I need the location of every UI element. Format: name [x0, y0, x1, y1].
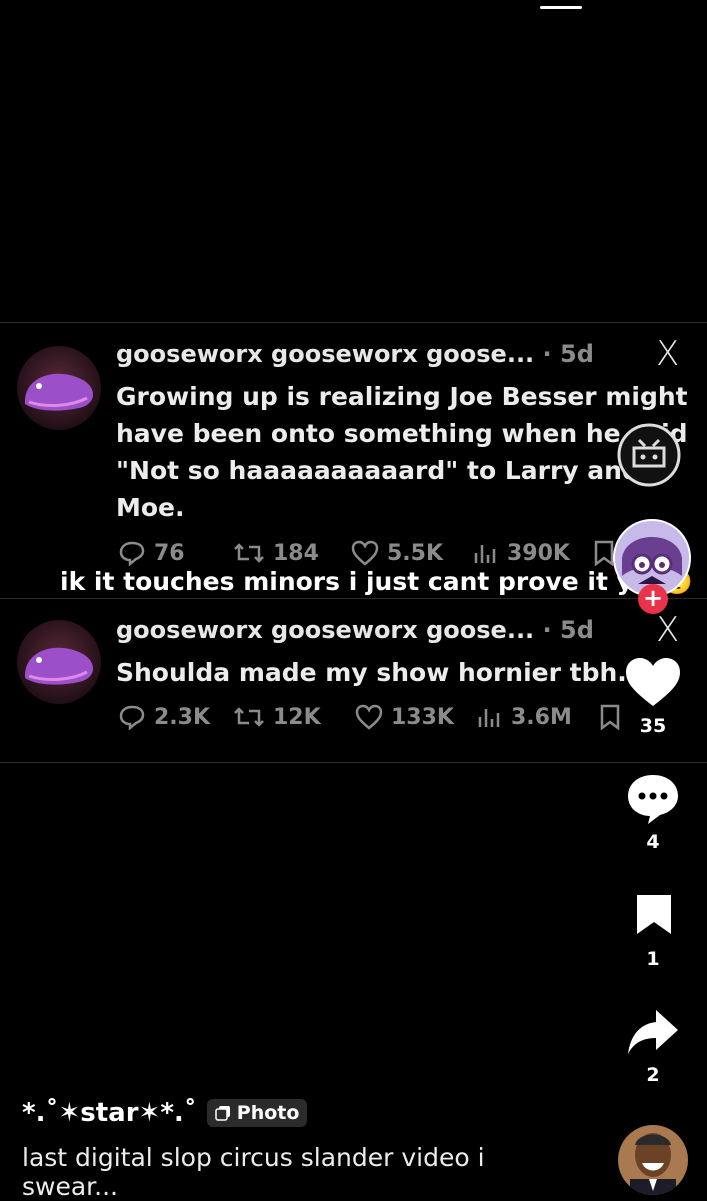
tweet-separator: · [542, 616, 552, 644]
comments-count: 4 [646, 831, 660, 853]
photo-icon [215, 1106, 230, 1121]
photo-badge: Photo [206, 1099, 308, 1127]
views-stat[interactable]: 3.6M [477, 705, 599, 730]
views-icon [478, 709, 500, 727]
post-description-line: swear... [22, 1172, 118, 1201]
bookmark-button[interactable] [634, 892, 674, 940]
divider-middle [0, 598, 707, 599]
captions-icon [617, 423, 681, 487]
reply-stat[interactable]: 2.3K [118, 704, 233, 730]
tweet-text-line: Growing up is realizing Joe Besser might [116, 382, 688, 411]
photo-badge-label: Photo [236, 1102, 300, 1124]
views-count: 3.6M [511, 704, 572, 730]
shares-count: 2 [646, 1064, 660, 1086]
bookmarks-count: 1 [646, 948, 660, 970]
retweet-stat[interactable]: 184 [233, 541, 351, 566]
follow-plus-button[interactable]: + [638, 584, 668, 614]
reply-count: 2.3K [154, 704, 211, 730]
tweet-avatar [17, 620, 101, 704]
tweet-text: Shoulda made my show hornier tbh. [116, 654, 636, 691]
reply-icon [119, 705, 145, 730]
likes-count: 35 [639, 715, 667, 737]
tweet-author[interactable]: gooseworx gooseworx goose... [116, 616, 534, 644]
tweet-text-line: Moe. [116, 493, 185, 522]
heart-icon [351, 540, 379, 566]
retweet-icon [234, 707, 264, 727]
tweet-avatar [17, 346, 101, 430]
views-stat[interactable]: 390K [473, 541, 593, 566]
retweet-icon [234, 543, 264, 563]
divider-top [0, 322, 707, 323]
share-button[interactable] [626, 1008, 680, 1060]
like-count: 133K [391, 704, 454, 730]
x-logo-icon[interactable]: X [656, 610, 679, 650]
tweet-header: gooseworx gooseworx goose... · 5d [116, 616, 594, 644]
tweet-text-line: "Not so haaaaaaaaaard" to Larry and [116, 456, 640, 485]
views-count: 390K [507, 540, 570, 566]
retweet-count: 184 [273, 540, 319, 566]
caption-toggle-button[interactable] [612, 418, 686, 496]
tweet-time: 5d [560, 616, 594, 644]
overlay-caption-text: ik it touches minors i just cant prove i… [60, 567, 662, 596]
reply-icon [119, 541, 145, 566]
x-logo-icon[interactable]: X [656, 334, 679, 374]
tweet-stats: 2.3K 12K 133K 3.6M [118, 704, 621, 730]
heart-icon [355, 704, 383, 730]
tweet-author[interactable]: gooseworx gooseworx goose... [116, 340, 534, 368]
like-button[interactable] [624, 656, 682, 712]
share-arrow-icon [628, 1010, 678, 1054]
tweet-stats: 76 184 5.5K 390K [118, 540, 615, 566]
heart-icon [626, 658, 680, 706]
tweet-time: 5d [560, 340, 594, 368]
overlay-caption: ik it touches minors i just cant prove i… [60, 567, 693, 597]
tweet-text-line: Shoulda made my show hornier tbh. [116, 658, 627, 687]
post-author-line: *.˚✶star✶*.˚ Photo [22, 1098, 308, 1128]
divider-bottom [0, 762, 707, 763]
tweet-text: Growing up is realizing Joe Besser might… [116, 378, 696, 526]
tweet-header: gooseworx gooseworx goose... · 5d [116, 340, 594, 368]
like-count: 5.5K [387, 540, 444, 566]
reply-count: 76 [154, 540, 185, 566]
tweet-text-line: have been onto something when he said [116, 419, 688, 448]
views-icon [474, 545, 496, 563]
post-description[interactable]: last digital slop circus slander video i… [22, 1143, 492, 1201]
like-stat[interactable]: 5.5K [351, 540, 473, 566]
tweet-separator: · [542, 340, 552, 368]
retweet-count: 12K [273, 704, 321, 730]
comment-bubble-icon [628, 775, 678, 824]
bookmark-icon [637, 895, 671, 934]
post-description-line: last digital slop circus slander video i [22, 1143, 485, 1172]
sound-avatar[interactable] [618, 1125, 688, 1195]
comment-button[interactable] [626, 772, 680, 830]
post-author[interactable]: *.˚✶star✶*.˚ [22, 1098, 197, 1128]
bookmark-icon[interactable] [599, 704, 621, 730]
top-indicator [540, 6, 582, 9]
like-stat[interactable]: 133K [355, 704, 477, 730]
retweet-stat[interactable]: 12K [233, 705, 355, 730]
reply-stat[interactable]: 76 [118, 540, 233, 566]
